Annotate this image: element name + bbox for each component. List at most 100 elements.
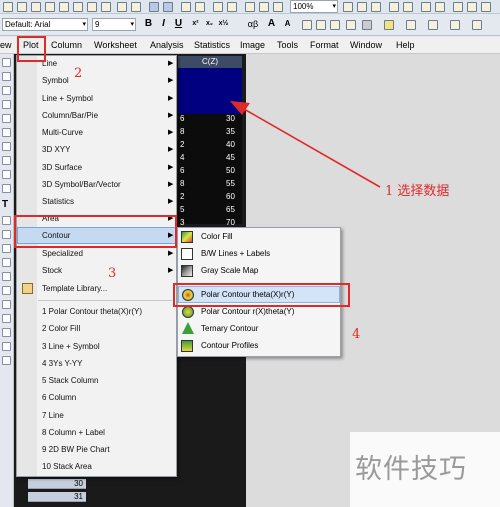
greek-button[interactable]: αβ — [244, 18, 262, 30]
packages-icon[interactable] — [481, 2, 491, 12]
region-mask-icon[interactable] — [2, 142, 11, 151]
recent-item[interactable]: 9 2D BW Pie Chart — [42, 445, 110, 455]
cell-c[interactable]: 65 — [226, 205, 235, 215]
open-icon[interactable] — [117, 2, 127, 12]
menu-item-template-library[interactable]: Template Library... — [42, 284, 107, 294]
screen-reader-icon[interactable] — [2, 100, 11, 109]
new-graph-icon[interactable] — [31, 2, 41, 12]
cell-b[interactable]: 2 — [180, 140, 184, 150]
menu-item-specialized[interactable]: Specialized — [42, 249, 83, 259]
recent-item[interactable]: 3 Line + Symbol — [42, 342, 100, 352]
menu-tools[interactable]: Tools — [277, 39, 298, 51]
zoom-tool-icon[interactable] — [2, 72, 11, 81]
menu-item-statistics[interactable]: Statistics — [42, 197, 74, 207]
refresh-icon[interactable] — [245, 2, 255, 12]
polygon-tool-icon[interactable] — [2, 272, 11, 281]
save-template-icon[interactable] — [163, 2, 173, 12]
submenu-item-gray-scale-map[interactable]: Gray Scale Map — [201, 266, 258, 276]
region-tool-icon[interactable] — [2, 286, 11, 295]
align-right-icon[interactable] — [330, 20, 340, 30]
data-selector-icon[interactable] — [2, 128, 11, 137]
export-icon[interactable] — [227, 2, 237, 12]
fill-color-icon[interactable] — [384, 20, 394, 30]
subscript-icon[interactable]: x₂ — [204, 18, 215, 30]
cell-b[interactable]: 6 — [180, 166, 184, 176]
duplicate-icon[interactable] — [259, 2, 269, 12]
menu-item-symbol[interactable]: Symbol — [42, 76, 69, 86]
command-window-icon[interactable] — [421, 2, 431, 12]
brush-icon[interactable] — [2, 170, 11, 179]
zoom-in-icon[interactable] — [343, 2, 353, 12]
save-icon[interactable] — [149, 2, 159, 12]
text-tool-icon[interactable]: T — [2, 200, 11, 210]
draw-data-icon[interactable] — [2, 156, 11, 165]
menu-worksheet[interactable]: Worksheet — [94, 39, 137, 51]
new-notes-icon[interactable] — [59, 2, 69, 12]
menu-item-column-bar-pie[interactable]: Column/Bar/Pie — [42, 111, 98, 121]
freehand-icon[interactable] — [2, 300, 11, 309]
menu-item-line-symbol[interactable]: Line + Symbol — [42, 94, 93, 104]
arrow-tool-icon[interactable] — [2, 216, 11, 225]
recent-item[interactable]: 6 Column — [42, 393, 76, 403]
cell-b[interactable]: 8 — [180, 127, 184, 137]
column-header-c[interactable]: C(Z) — [178, 56, 242, 68]
import-wizard-icon[interactable] — [195, 2, 205, 12]
zoom-out-icon[interactable] — [357, 2, 367, 12]
recent-item[interactable]: 2 Color Fill — [42, 324, 80, 334]
recent-item[interactable]: 10 Stack Area — [42, 462, 92, 472]
recent-item[interactable]: 4 3Ys Y-YY — [42, 359, 82, 369]
line-tool-icon[interactable] — [2, 244, 11, 253]
menu-item-3d-xyy[interactable]: 3D XYY — [42, 145, 70, 155]
scale-tool-icon[interactable] — [2, 86, 11, 95]
submenu-item-ternary-contour[interactable]: Ternary Contour — [201, 324, 258, 334]
new-matrix-icon[interactable] — [45, 2, 55, 12]
row-number[interactable]: 31 — [28, 492, 86, 502]
italic-button[interactable]: I — [158, 18, 169, 30]
new-worksheet-icon[interactable] — [17, 2, 27, 12]
menu-format[interactable]: Format — [310, 39, 339, 51]
insert-table-icon[interactable] — [2, 328, 11, 337]
cell-b[interactable]: 4 — [180, 153, 184, 163]
font-size-select[interactable]: 9 ▾ — [92, 18, 136, 31]
curved-arrow-icon[interactable] — [2, 230, 11, 239]
menu-column[interactable]: Column — [51, 39, 82, 51]
import-icon[interactable] — [181, 2, 191, 12]
menu-window[interactable]: Window — [350, 39, 382, 51]
submenu-item-bw-lines-labels[interactable]: B/W Lines + Labels — [201, 249, 270, 259]
menu-help[interactable]: Help — [396, 39, 415, 51]
pattern-icon[interactable] — [406, 20, 416, 30]
submenu-item-color-fill[interactable]: Color Fill — [201, 232, 233, 242]
insert-equation-icon[interactable] — [2, 342, 11, 351]
apps-icon[interactable] — [453, 2, 463, 12]
cell-b[interactable]: 5 — [180, 205, 184, 215]
menu-statistics[interactable]: Statistics — [194, 39, 230, 51]
cell-b[interactable]: 6 — [180, 114, 184, 124]
recent-item[interactable]: 5 Stack Column — [42, 376, 98, 386]
code-builder-icon[interactable] — [435, 2, 445, 12]
color-icon[interactable] — [362, 20, 372, 30]
open-template-icon[interactable] — [131, 2, 141, 12]
project-explorer-icon[interactable] — [389, 2, 399, 12]
font-select[interactable]: Default: Arial ▾ — [2, 18, 88, 31]
new-project-icon[interactable] — [3, 2, 13, 12]
insert-image-icon[interactable] — [2, 356, 11, 365]
line-style-icon[interactable] — [428, 20, 438, 30]
pointer-icon[interactable] — [2, 58, 11, 67]
submenu-item-contour-profiles[interactable]: Contour Profiles — [201, 341, 258, 351]
insert-graph-icon[interactable] — [2, 314, 11, 323]
rectangle-tool-icon[interactable] — [2, 258, 11, 267]
decrease-font-button[interactable]: A — [282, 18, 293, 30]
bold-button[interactable]: B — [143, 18, 154, 30]
line-color-icon[interactable] — [346, 20, 356, 30]
align-center-icon[interactable] — [316, 20, 326, 30]
recalculate-icon[interactable] — [273, 2, 283, 12]
recent-item[interactable]: 7 Line — [42, 411, 64, 421]
menu-item-3d-symbol-bar-vector[interactable]: 3D Symbol/Bar/Vector — [42, 180, 121, 190]
tree-icon[interactable] — [467, 2, 477, 12]
menu-item-3d-surface[interactable]: 3D Surface — [42, 163, 82, 173]
print-icon[interactable] — [213, 2, 223, 12]
superscript-icon[interactable]: x² — [190, 18, 201, 30]
align-left-icon[interactable] — [302, 20, 312, 30]
line-width-icon[interactable] — [450, 20, 460, 30]
menu-view[interactable]: ew — [0, 39, 12, 51]
